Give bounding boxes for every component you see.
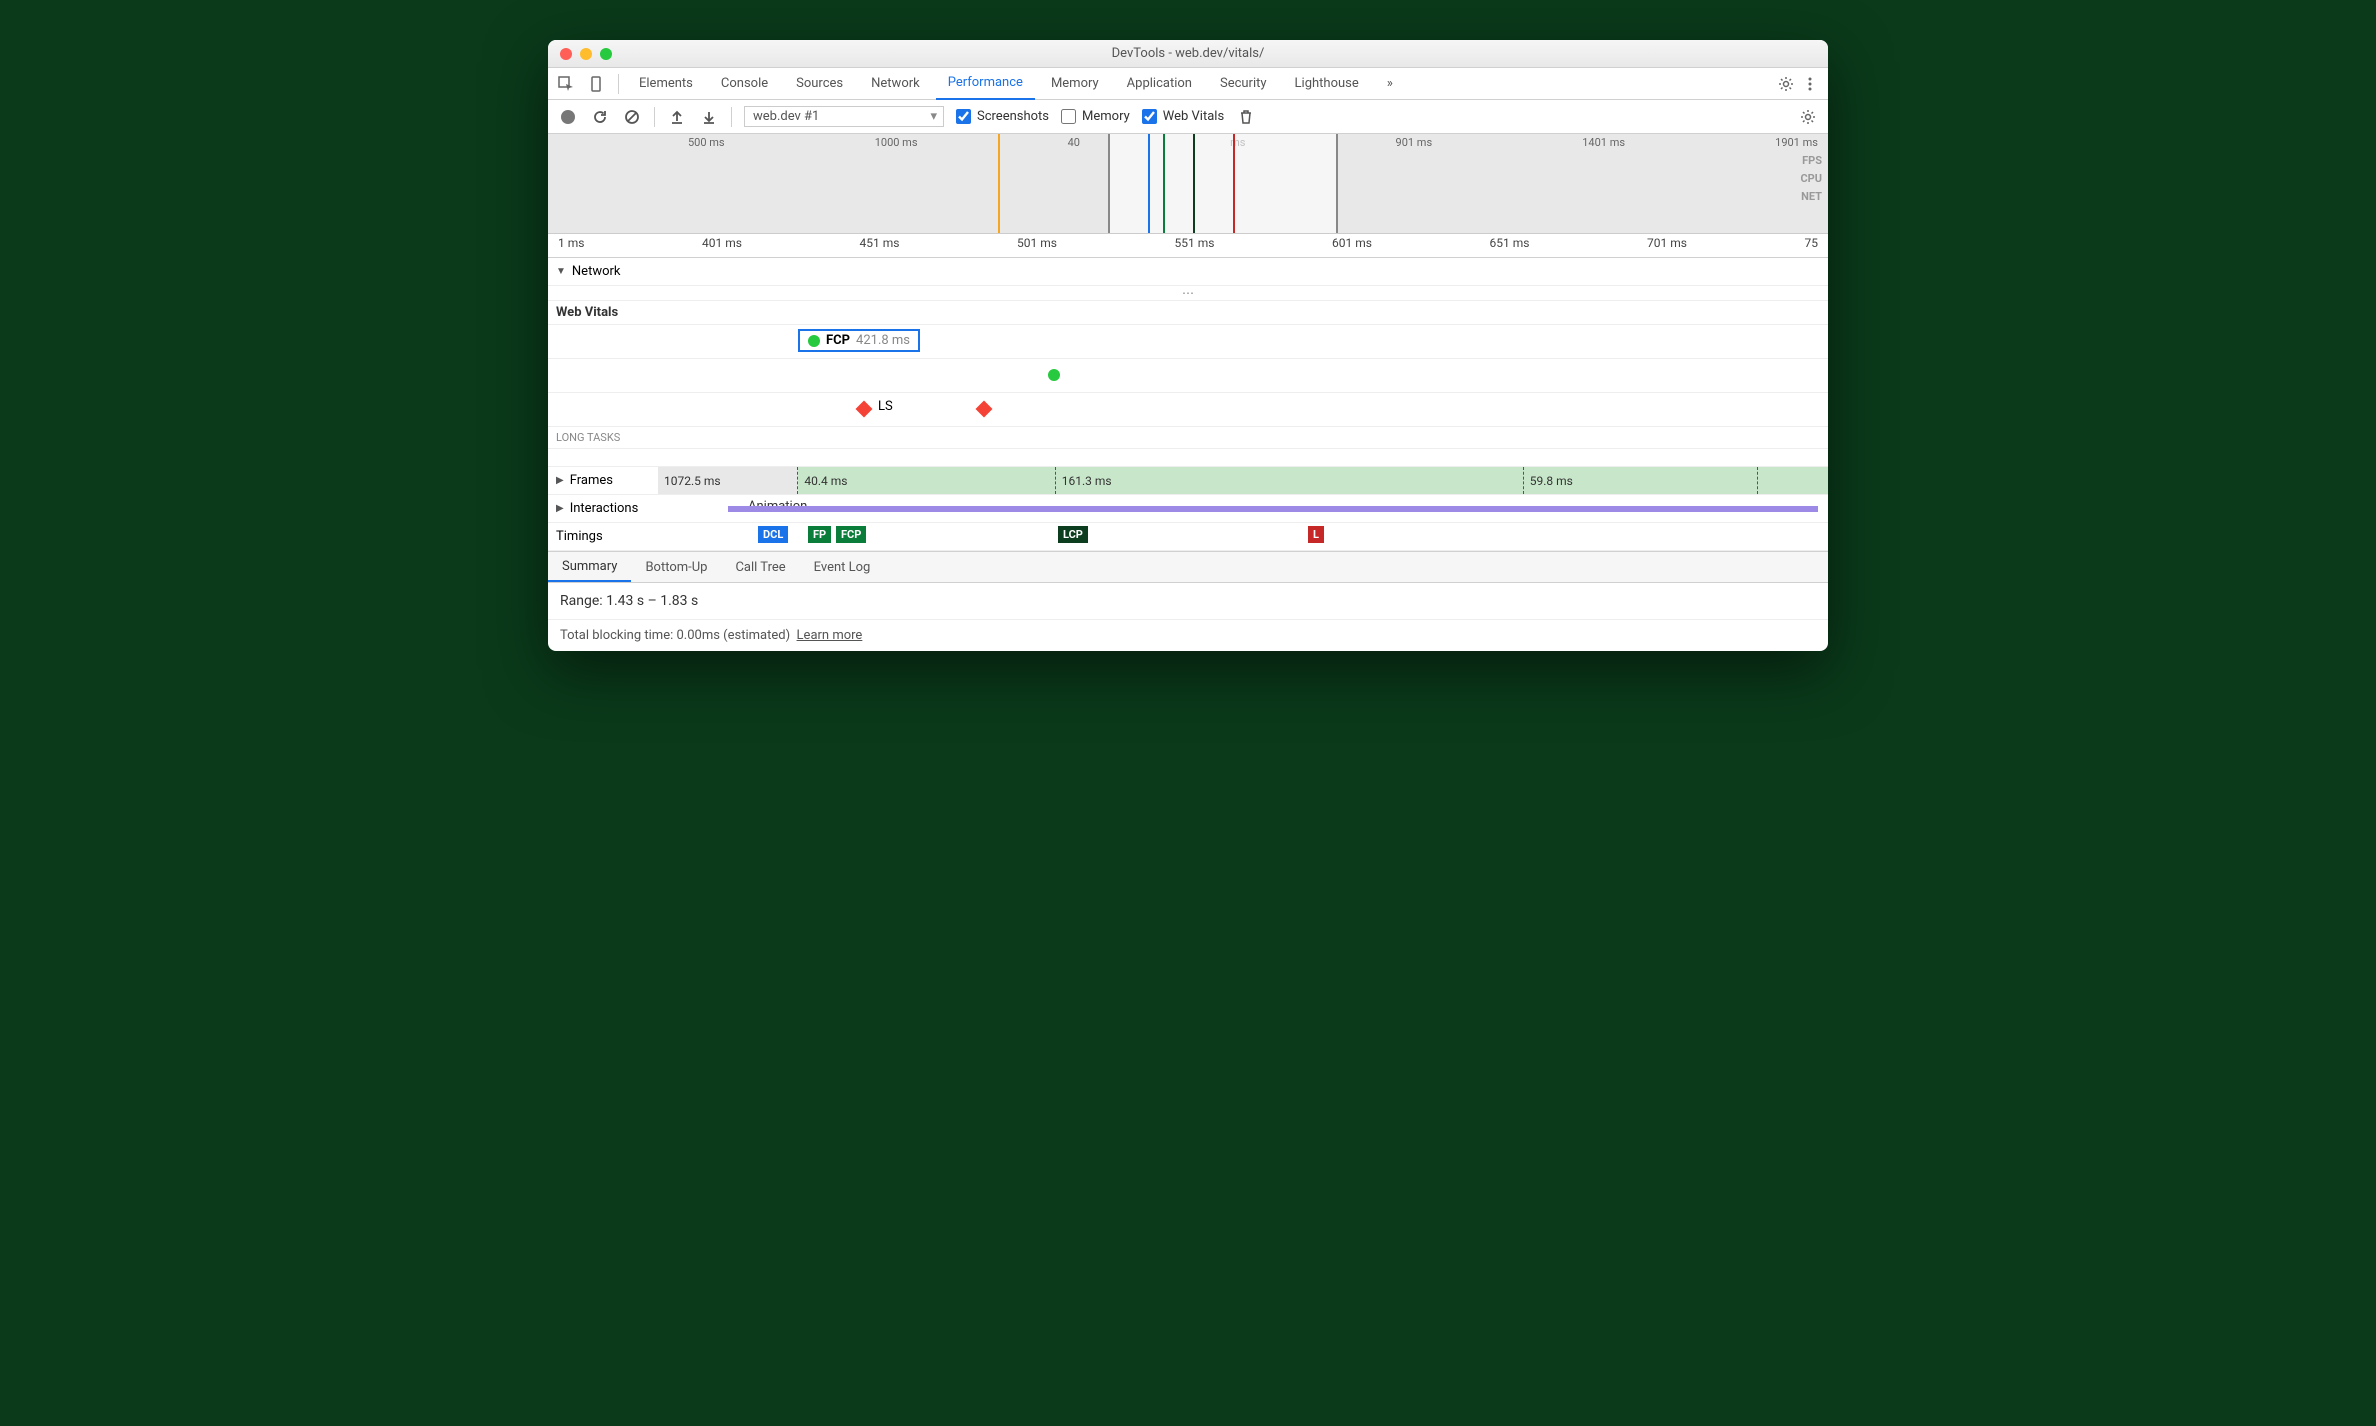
- animation-bar[interactable]: [728, 506, 1818, 512]
- settings-gear-icon[interactable]: [1798, 107, 1818, 127]
- device-toggle-icon[interactable]: [586, 74, 606, 94]
- trash-icon[interactable]: [1236, 107, 1256, 127]
- tabs-more[interactable]: »: [1375, 68, 1405, 100]
- upload-icon[interactable]: [667, 107, 687, 127]
- frame-segment[interactable]: 40.4 ms: [798, 467, 1055, 494]
- overview-marker-darkgreen: [1193, 134, 1195, 233]
- ls-label: LS: [878, 399, 893, 414]
- tbt-text: Total blocking time: 0.00ms (estimated): [560, 628, 790, 643]
- tab-elements[interactable]: Elements: [627, 68, 705, 100]
- profile-select[interactable]: web.dev #1: [744, 106, 944, 127]
- overview-marker-green: [1163, 134, 1165, 233]
- timeline-ruler[interactable]: 1 ms 401 ms 451 ms 501 ms 551 ms 601 ms …: [548, 234, 1828, 258]
- devtools-tabbar: Elements Console Sources Network Perform…: [548, 68, 1828, 100]
- detail-tabs: Summary Bottom-Up Call Tree Event Log: [548, 551, 1828, 583]
- frame-segment[interactable]: 59.8 ms: [1524, 467, 1758, 494]
- learn-more-link[interactable]: Learn more: [797, 628, 863, 643]
- tab-application[interactable]: Application: [1115, 68, 1204, 100]
- tab-lighthouse[interactable]: Lighthouse: [1283, 68, 1371, 100]
- footer: Total blocking time: 0.00ms (estimated) …: [548, 619, 1828, 651]
- detail-tab-eventlog[interactable]: Event Log: [800, 552, 885, 582]
- screenshots-checkbox[interactable]: Screenshots: [956, 109, 1049, 124]
- network-row[interactable]: ▼Network: [548, 258, 1828, 286]
- fcp-tooltip[interactable]: FCP 421.8 ms: [798, 329, 920, 352]
- overview-lane-labels: FPS CPU NET: [1800, 152, 1822, 206]
- frames-row[interactable]: ▶Frames 1072.5 ms 40.4 ms 161.3 ms 59.8 …: [548, 467, 1828, 495]
- gear-icon[interactable]: [1776, 74, 1796, 94]
- record-button[interactable]: [558, 107, 578, 127]
- webvitals-ls-row: LS: [548, 393, 1828, 427]
- ls-marker-2-icon[interactable]: [976, 401, 993, 418]
- longtasks-track: [548, 449, 1828, 467]
- timing-fcp[interactable]: FCP: [836, 526, 866, 543]
- devtools-window: DevTools - web.dev/vitals/ Elements Cons…: [548, 40, 1828, 651]
- zoom-icon[interactable]: [600, 48, 612, 60]
- detail-tab-calltree[interactable]: Call Tree: [721, 552, 799, 582]
- webvitals-fcp-row: FCP 421.8 ms: [548, 325, 1828, 359]
- tab-memory[interactable]: Memory: [1039, 68, 1111, 100]
- frame-segment[interactable]: 161.3 ms: [1056, 467, 1524, 494]
- timing-lcp[interactable]: LCP: [1058, 526, 1088, 543]
- webvitals-checkbox[interactable]: Web Vitals: [1142, 109, 1224, 124]
- window-controls: [560, 48, 612, 60]
- frame-segment[interactable]: 1072.5 ms: [658, 467, 798, 494]
- timing-l[interactable]: L: [1308, 526, 1324, 543]
- timing-fp[interactable]: FP: [808, 526, 831, 543]
- tab-security[interactable]: Security: [1208, 68, 1279, 100]
- reload-button[interactable]: [590, 107, 610, 127]
- summary-panel: Range: 1.43 s – 1.83 s: [548, 583, 1828, 619]
- download-icon[interactable]: [699, 107, 719, 127]
- overview-marker-red: [1233, 134, 1235, 233]
- interactions-row[interactable]: ▶Interactions Animation: [548, 495, 1828, 523]
- detail-tab-summary[interactable]: Summary: [548, 552, 631, 582]
- longtasks-header: LONG TASKS: [548, 427, 1828, 449]
- timeline-overview[interactable]: 500 ms 1000 ms 40 ms 901 ms 1401 ms 1901…: [548, 134, 1828, 234]
- tab-sources[interactable]: Sources: [784, 68, 855, 100]
- summary-range: Range: 1.43 s – 1.83 s: [560, 593, 1816, 609]
- kebab-icon[interactable]: [1800, 74, 1820, 94]
- close-icon[interactable]: [560, 48, 572, 60]
- lcp-marker-icon[interactable]: [1048, 369, 1060, 381]
- collapsed-indicator[interactable]: ⋯: [548, 286, 1828, 301]
- timings-row: Timings DCL FP FCP LCP L: [548, 523, 1828, 551]
- perf-toolbar: web.dev #1 Screenshots Memory Web Vitals: [548, 100, 1828, 134]
- clear-button[interactable]: [622, 107, 642, 127]
- webvitals-header: Web Vitals: [548, 301, 1828, 325]
- timing-dcl[interactable]: DCL: [758, 526, 788, 543]
- memory-checkbox[interactable]: Memory: [1061, 109, 1130, 124]
- detail-tab-bottomup[interactable]: Bottom-Up: [631, 552, 721, 582]
- webvitals-lcp-row: [548, 359, 1828, 393]
- window-title: DevTools - web.dev/vitals/: [548, 46, 1828, 61]
- inspect-icon[interactable]: [556, 74, 576, 94]
- tab-console[interactable]: Console: [709, 68, 780, 100]
- overview-marker-orange: [998, 134, 1000, 233]
- tab-network[interactable]: Network: [859, 68, 932, 100]
- fcp-marker-icon: [808, 335, 820, 347]
- titlebar: DevTools - web.dev/vitals/: [548, 40, 1828, 68]
- overview-marker-blue: [1148, 134, 1150, 233]
- overview-selection[interactable]: [1108, 134, 1338, 233]
- tab-performance[interactable]: Performance: [936, 68, 1035, 100]
- minimize-icon[interactable]: [580, 48, 592, 60]
- ls-marker-1-icon[interactable]: [856, 401, 873, 418]
